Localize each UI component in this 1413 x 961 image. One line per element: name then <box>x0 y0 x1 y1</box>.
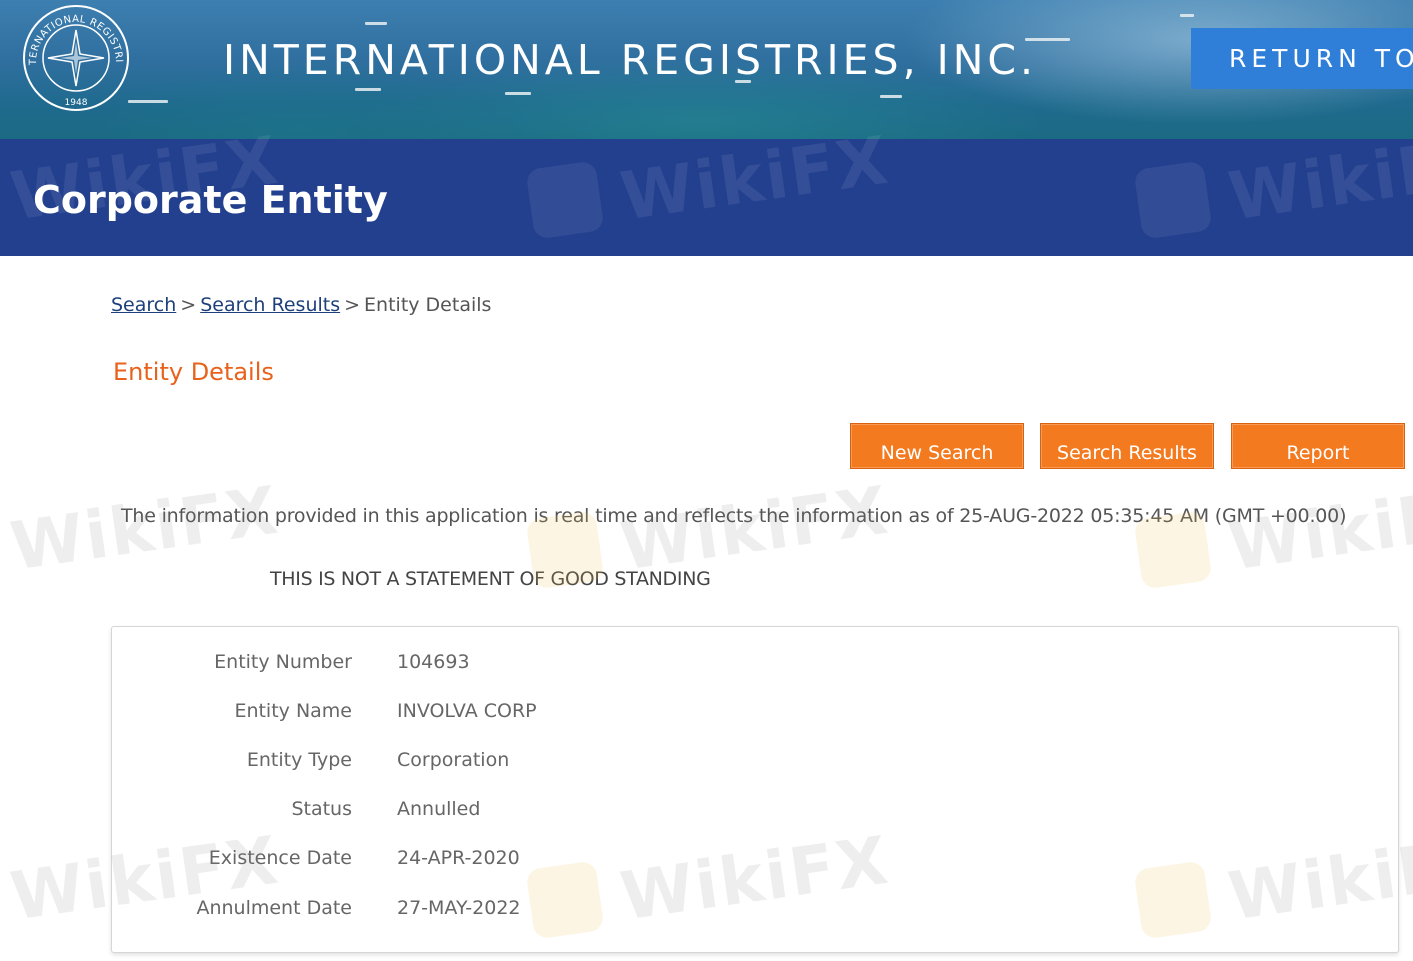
ship-decoration <box>128 100 168 103</box>
header-banner: INTERNATIONAL REGISTRIES 1948 INTERNATIO… <box>0 0 1413 139</box>
ship-decoration <box>365 22 387 25</box>
ship-decoration <box>1180 14 1194 17</box>
registry-title: INTERNATIONAL REGISTRIES, INC. <box>223 36 1038 84</box>
detail-value: 27-MAY-2022 <box>397 897 521 919</box>
detail-label: Status <box>291 798 352 820</box>
watermark-text: WikiFX <box>1223 471 1413 586</box>
detail-row-entity-type: Entity Type Corporation <box>112 749 1398 779</box>
report-button[interactable]: Report <box>1231 423 1405 469</box>
ship-decoration <box>505 92 531 95</box>
detail-label: Entity Number <box>214 651 352 673</box>
detail-value: Annulled <box>397 798 481 820</box>
detail-label: Entity Type <box>246 749 352 771</box>
watermark-text: WikiFX <box>5 471 284 586</box>
detail-row-annulment-date: Annulment Date 27-MAY-2022 <box>112 897 1398 927</box>
detail-value: 104693 <box>397 651 470 673</box>
detail-row-entity-number: Entity Number 104693 <box>112 651 1398 681</box>
detail-value: 24-APR-2020 <box>397 847 520 869</box>
breadcrumb-search-results-link[interactable]: Search Results <box>200 294 340 316</box>
entity-details-panel: Entity Number 104693 Entity Name INVOLVA… <box>111 626 1399 953</box>
breadcrumb-search-link[interactable]: Search <box>111 294 176 316</box>
breadcrumb-separator: > <box>344 294 361 316</box>
new-search-button[interactable]: New Search <box>850 423 1024 469</box>
section-heading: Entity Details <box>113 358 274 386</box>
detail-label: Existence Date <box>208 847 352 869</box>
breadcrumb-separator: > <box>180 294 197 316</box>
detail-label: Entity Name <box>234 700 352 722</box>
ship-decoration <box>880 95 902 98</box>
breadcrumb-current: Entity Details <box>364 294 492 316</box>
detail-value: INVOLVA CORP <box>397 700 537 722</box>
return-button[interactable]: RETURN TO <box>1191 28 1413 89</box>
breadcrumb: Search > Search Results > Entity Details <box>111 294 491 316</box>
detail-row-existence-date: Existence Date 24-APR-2020 <box>112 847 1398 877</box>
search-results-button[interactable]: Search Results <box>1040 423 1214 469</box>
detail-row-status: Status Annulled <box>112 798 1398 828</box>
page-title: Corporate Entity <box>33 178 388 222</box>
detail-value: Corporation <box>397 749 510 771</box>
seal-year: 1948 <box>65 98 88 108</box>
registry-seal-logo: INTERNATIONAL REGISTRIES 1948 <box>22 4 129 111</box>
detail-label: Annulment Date <box>196 897 352 919</box>
detail-row-entity-name: Entity Name INVOLVA CORP <box>112 700 1398 730</box>
ship-decoration <box>355 88 381 91</box>
realtime-info-text: The information provided in this applica… <box>121 505 1347 527</box>
good-standing-notice: THIS IS NOT A STATEMENT OF GOOD STANDING <box>270 568 711 590</box>
